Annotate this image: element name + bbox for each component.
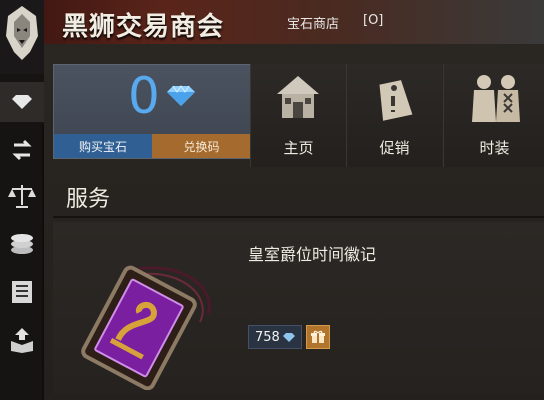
buy-gems-button[interactable]: 购买宝石 xyxy=(54,134,152,158)
coins-icon xyxy=(11,234,33,254)
tab-outfits[interactable]: 时装 xyxy=(443,64,544,167)
gem-balance: 0 xyxy=(128,67,160,125)
sidebar-item-currency[interactable] xyxy=(0,224,44,264)
gem-icon xyxy=(167,85,195,106)
item-badge-image xyxy=(81,265,211,390)
item-name: 皇室爵位时间徽记 xyxy=(248,245,377,264)
tab-sales-label: 促销 xyxy=(379,139,410,157)
shortcut-hint: [O] xyxy=(363,13,384,28)
sidebar-item-trading-post[interactable] xyxy=(0,176,44,216)
gift-icon xyxy=(311,330,325,343)
lion-icon xyxy=(6,6,38,60)
house-icon xyxy=(277,76,319,118)
section-divider xyxy=(53,216,544,218)
gift-button[interactable] xyxy=(306,325,330,349)
gem-icon xyxy=(12,95,32,109)
sidebar-item-gem-store[interactable] xyxy=(0,82,44,122)
exchange-icon xyxy=(12,139,32,161)
item-price: 758 xyxy=(248,325,302,349)
price-tag-icon xyxy=(379,80,413,121)
store-label: 宝石商店 xyxy=(287,17,340,32)
gem-wallet: 0 购买宝石 兑换码 xyxy=(53,64,252,159)
section-title: 服务 xyxy=(66,187,111,212)
outfit-icon xyxy=(472,75,520,122)
sidebar-item-exchange[interactable] xyxy=(0,130,44,170)
scale-icon xyxy=(8,185,36,208)
page-title: 黑狮交易商会 xyxy=(62,12,225,42)
redeem-code-button[interactable]: 兑换码 xyxy=(152,134,251,158)
sidebar-item-delivery[interactable] xyxy=(0,320,44,360)
tab-sales[interactable]: 促销 xyxy=(346,64,442,167)
box-upload-icon xyxy=(11,328,33,353)
list-icon xyxy=(12,281,32,303)
item-price-value: 758 xyxy=(255,329,280,345)
tab-home-label: 主页 xyxy=(283,139,314,157)
tab-outfits-label: 时装 xyxy=(479,139,510,157)
sidebar xyxy=(0,74,44,400)
title-bar: 黑狮交易商会 宝石商店 [O] xyxy=(0,0,544,45)
lion-logo xyxy=(0,0,44,74)
tab-home[interactable]: 主页 xyxy=(250,64,346,167)
sidebar-item-list[interactable] xyxy=(0,272,44,312)
gem-icon xyxy=(282,332,295,342)
